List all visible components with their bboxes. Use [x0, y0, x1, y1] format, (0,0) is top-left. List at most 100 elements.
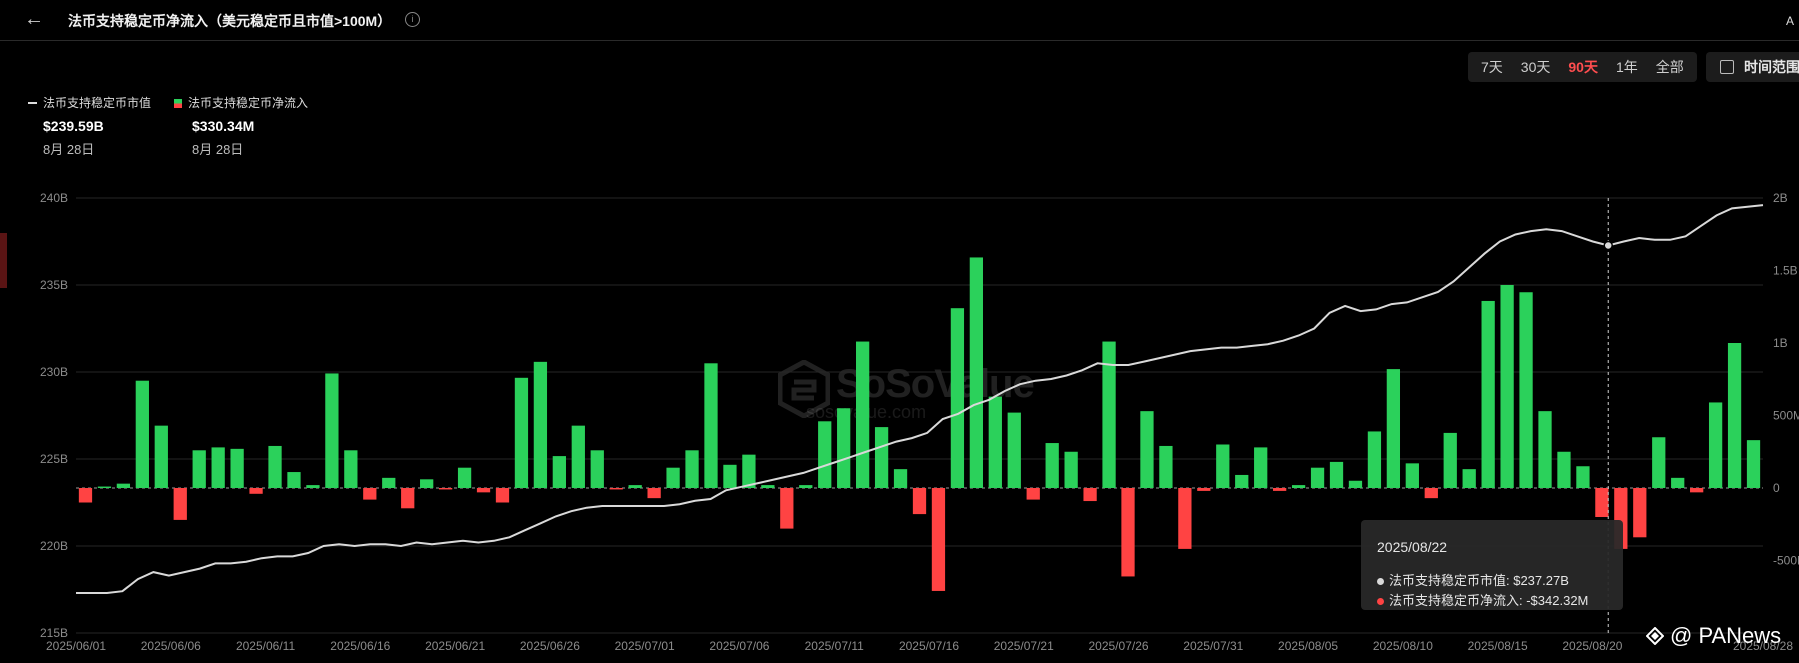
inflow-bar — [457, 467, 472, 488]
inflow-bar — [401, 488, 415, 509]
inflow-bar — [230, 448, 244, 488]
panews-credit-text: @ PANews — [1670, 623, 1782, 648]
inflow-bar — [1045, 443, 1059, 488]
inflow-bar — [1329, 461, 1344, 488]
inflow-bar — [1216, 444, 1230, 488]
y-right-tick-label: -500M — [1773, 554, 1799, 568]
inflow-bar — [969, 257, 983, 488]
inflow-bar — [666, 467, 680, 488]
inflow-bar — [211, 447, 225, 488]
x-tick-label: 2025/06/01 — [46, 639, 106, 653]
inflow-bar — [533, 361, 548, 488]
inflow-bar — [1064, 451, 1078, 488]
inflow-bar — [1746, 440, 1761, 488]
inflow-bar — [1291, 485, 1306, 488]
inflow-bar — [1405, 463, 1419, 488]
inflow-bar — [950, 308, 965, 488]
inflow-bar — [1633, 488, 1647, 538]
y-left-tick-label: 235B — [40, 278, 68, 292]
inflow-bar — [78, 488, 93, 503]
x-tick-label: 2025/07/11 — [805, 639, 864, 653]
y-right-tick-label: 500M — [1773, 409, 1799, 423]
x-tick-label: 2025/08/15 — [1468, 639, 1528, 653]
inflow-bar — [780, 488, 794, 529]
inflow-bar — [628, 485, 642, 488]
inflow-bar — [97, 486, 112, 488]
inflow-bar — [1159, 445, 1173, 488]
inflow-bar — [306, 485, 320, 488]
inflow-bar — [135, 380, 149, 488]
inflow-bar — [799, 485, 813, 488]
y-right-tick-label: 2B — [1773, 191, 1788, 205]
inflow-bar — [325, 373, 339, 488]
inflow-bar — [1140, 411, 1154, 488]
inflow-bar — [1367, 431, 1382, 488]
y-right-tick-label: 1.5B — [1773, 264, 1798, 278]
inflow-bar — [382, 477, 396, 488]
inflow-bar — [116, 483, 131, 488]
inflow-bar — [1538, 411, 1552, 488]
inflow-bar — [1708, 402, 1723, 488]
inflow-bar — [761, 485, 775, 488]
inflow-bar — [818, 421, 832, 488]
inflow-bar — [704, 363, 718, 488]
inflow-bar — [1595, 488, 1609, 517]
inflow-bar — [893, 469, 908, 488]
inflow-bar — [287, 472, 301, 488]
inflow-bar — [1519, 292, 1533, 488]
inflow-bar — [1310, 467, 1325, 488]
inflow-bar — [1235, 474, 1249, 488]
inflow-bar — [1197, 488, 1211, 491]
x-tick-label: 2025/07/21 — [994, 639, 1054, 653]
tooltip-date: 2025/08/22 — [1377, 539, 1448, 555]
x-tick-label: 2025/08/05 — [1278, 639, 1338, 653]
chart-tooltip: 2025/08/22 法币支持稳定币市值: $237.27B 法币支持稳定币净流… — [1361, 520, 1623, 610]
inflow-bar — [571, 425, 585, 488]
inflow-bar — [856, 341, 870, 488]
x-tick-label: 2025/06/06 — [141, 639, 201, 653]
tooltip-market-cap-text: 法币支持稳定币市值: $237.27B — [1389, 573, 1569, 588]
tooltip-market-cap-row: 法币支持稳定币市值: $237.27B — [1377, 570, 1569, 589]
inflow-bar — [1652, 437, 1666, 488]
inflow-bar — [742, 454, 756, 488]
inflow-bar — [420, 479, 434, 488]
inflow-bar — [723, 464, 737, 488]
inflow-bar — [1026, 488, 1040, 500]
inflow-bar — [1348, 480, 1363, 488]
inflow-bar — [837, 408, 851, 488]
inflow-bar — [931, 488, 946, 591]
y-right-tick-label: 0 — [1773, 481, 1780, 495]
inflow-bar — [912, 488, 927, 515]
inflow-bar — [192, 450, 206, 488]
inflow-bar — [1121, 488, 1135, 577]
x-tick-label: 2025/07/01 — [615, 639, 675, 653]
inflow-bar — [249, 488, 263, 494]
inflow-bar — [344, 450, 358, 488]
inflow-bar — [514, 377, 529, 488]
x-tick-label: 2025/06/26 — [520, 639, 580, 653]
inflow-bar — [1178, 488, 1192, 549]
inflow-bar — [1481, 300, 1495, 488]
panews-credit: @ PANews — [1646, 623, 1781, 649]
x-tick-label: 2025/07/26 — [1088, 639, 1148, 653]
inflow-bar — [173, 488, 187, 520]
inflow-bar — [1557, 451, 1571, 488]
inflow-bar — [154, 425, 168, 488]
inflow-bar — [363, 488, 377, 500]
inflow-bar — [1386, 369, 1401, 488]
x-tick-label: 2025/07/06 — [709, 639, 769, 653]
hover-point — [1603, 240, 1613, 251]
inflow-bar — [1576, 466, 1590, 488]
inflow-bar — [1424, 488, 1438, 499]
y-left-tick-label: 225B — [40, 452, 68, 466]
x-tick-label: 2025/07/16 — [899, 639, 959, 653]
inflow-bar — [476, 488, 491, 493]
inflow-bar — [1671, 477, 1685, 488]
inflow-bar — [1462, 469, 1476, 488]
inflow-bar — [1083, 488, 1097, 502]
tooltip-net-inflow-row: 法币支持稳定币净流入: -$342.32M — [1377, 590, 1588, 609]
inflow-bar — [1254, 447, 1268, 488]
y-left-tick-label: 240B — [40, 191, 68, 205]
y-left-tick-label: 215B — [40, 626, 68, 640]
x-tick-label: 2025/06/21 — [425, 639, 485, 653]
